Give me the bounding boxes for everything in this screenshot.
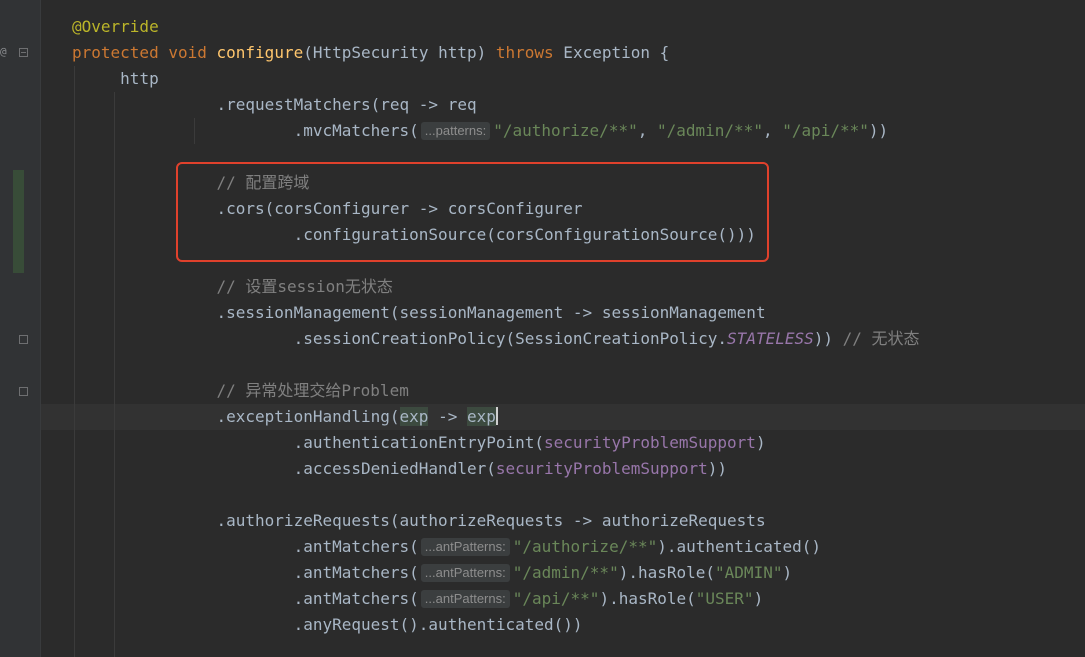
vcs-change-marker[interactable]: [13, 170, 24, 273]
code-line: // 异常处理交给Problem: [72, 378, 1082, 404]
annotation: @Override: [72, 17, 159, 36]
code-line: .mvcMatchers(...patterns: "/authorize/**"…: [293, 121, 889, 140]
identifier-highlight: exp: [399, 407, 429, 426]
method-name: configure: [216, 43, 304, 62]
text-caret: [495, 407, 498, 425]
parameter-hint: ...antPatterns:: [420, 590, 510, 608]
fold-end-icon[interactable]: [19, 387, 28, 396]
parameter-hint: ...antPatterns:: [420, 538, 510, 556]
code-comment: // 异常处理交给Problem: [216, 381, 409, 400]
gutter-separator: [40, 0, 41, 657]
code-line: // 设置session无状态: [72, 274, 1082, 300]
code-line: .authorizeRequests(authorizeRequests -> …: [216, 511, 766, 530]
fold-end-icon[interactable]: [19, 335, 28, 344]
code-line: .antMatchers(...antPatterns: "/authorize/…: [293, 537, 821, 556]
editor-gutter: [0, 0, 40, 657]
code-line: .sessionManagement(sessionManagement -> …: [216, 303, 766, 322]
code-line: @Override: [72, 14, 1082, 40]
code-line: .sessionCreationPolicy(SessionCreationPo…: [293, 329, 920, 348]
code-line: http: [120, 69, 159, 88]
annotation-highlight-box: [176, 162, 769, 262]
code-line: .antMatchers(...antPatterns: "/api/**").h…: [293, 589, 764, 608]
code-line: .antMatchers(...antPatterns: "/admin/**")…: [293, 563, 793, 582]
code-comment: // 无状态: [842, 329, 920, 348]
code-line: protected void configure(HttpSecurity ht…: [72, 43, 670, 62]
code-line-current: .exceptionHandling(exp -> exp: [216, 407, 498, 426]
fold-icon[interactable]: [19, 48, 28, 57]
code-line: .anyRequest().authenticated()): [293, 615, 583, 634]
override-icon[interactable]: @: [0, 46, 7, 58]
code-line: .accessDeniedHandler(securityProblemSupp…: [293, 459, 728, 478]
code-line: .authenticationEntryPoint(securityProble…: [293, 433, 766, 452]
code-line: .requestMatchers(req -> req: [216, 95, 477, 114]
code-comment: // 设置session无状态: [216, 277, 393, 296]
code-editor[interactable]: @Override protected void configure(HttpS…: [72, 14, 1082, 638]
parameter-hint: ...antPatterns:: [420, 564, 510, 582]
parameter-hint: ...patterns:: [420, 122, 491, 140]
identifier-highlight: exp: [466, 407, 496, 426]
enum-constant: STATELESS: [727, 329, 814, 348]
